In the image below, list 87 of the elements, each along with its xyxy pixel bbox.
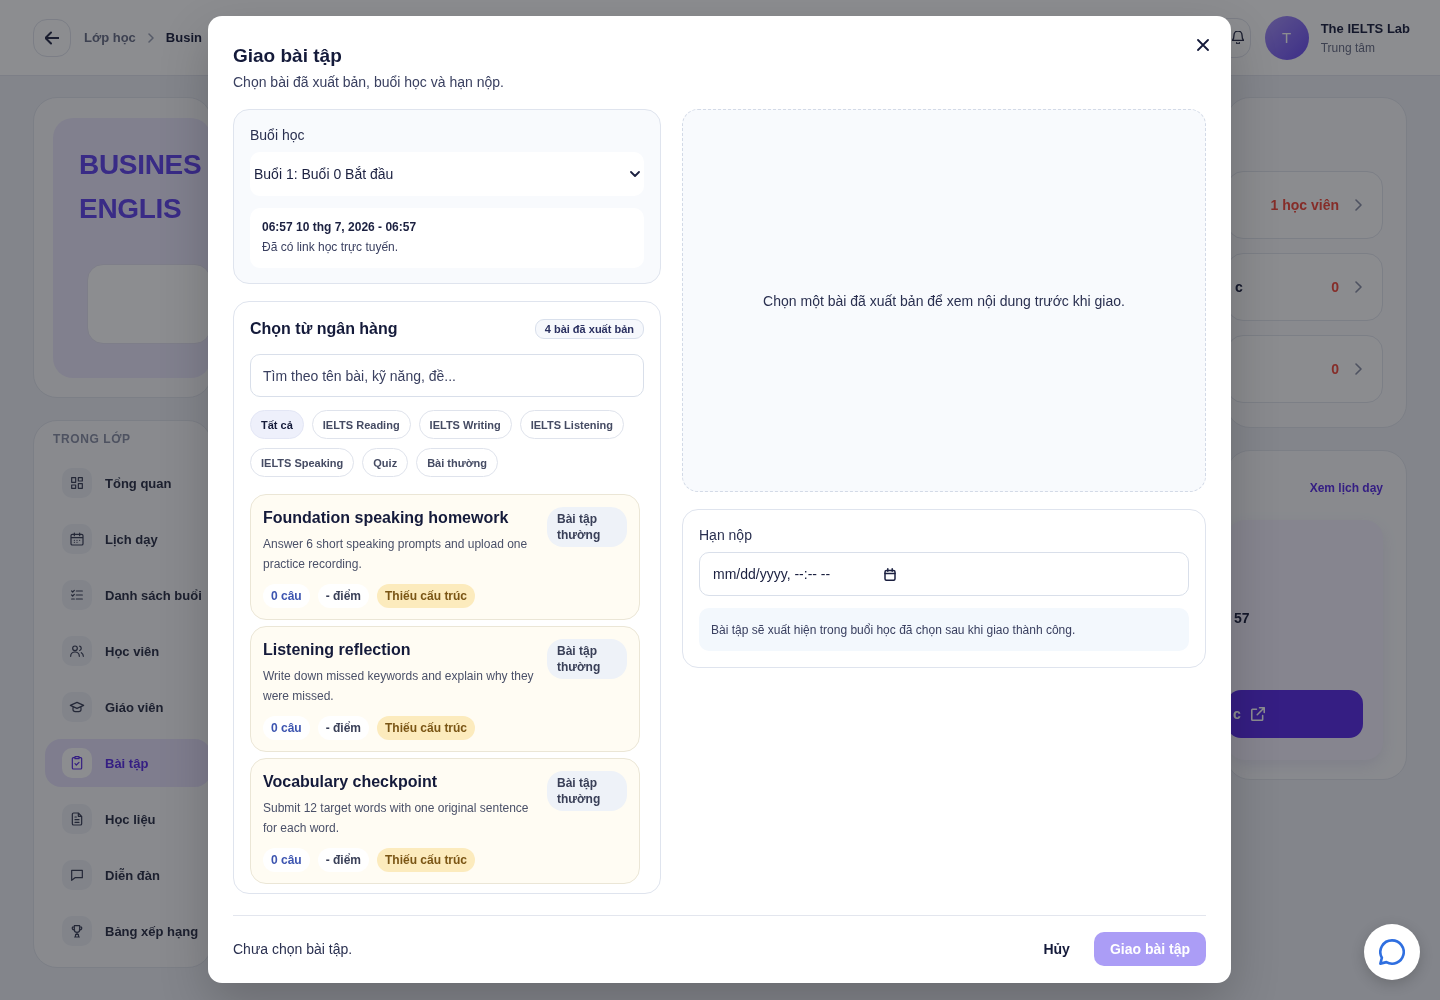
sidebar-item[interactable]: Bài tập: [45, 739, 211, 787]
filter-chip[interactable]: IELTS Reading: [311, 410, 411, 439]
assignment-description: Submit 12 target words with one original sentence for each word.: [263, 800, 530, 837]
avatar[interactable]: T: [1264, 15, 1309, 60]
filter-chip[interactable]: Bài thường: [416, 448, 498, 477]
stat-value: 0: [1331, 361, 1339, 377]
info-note: Bài tập sẽ xuất hiện trong buổi học đã chọn sau khi giao thành công.: [699, 608, 1189, 651]
sidebar-item[interactable]: Học liệu: [45, 795, 211, 843]
sidebar-item[interactable]: Bảng xếp hạng: [45, 907, 211, 955]
message-icon: [62, 860, 92, 890]
user-name: The IELTS Lab: [1320, 19, 1410, 38]
filter-chip[interactable]: IELTS Speaking: [250, 448, 355, 477]
user-role: Trung tâm: [1320, 39, 1376, 56]
modal-title: Giao bài tập: [233, 44, 342, 68]
stat-label: c: [1235, 279, 1243, 295]
chevron-down-icon: [630, 171, 640, 177]
breadcrumb-current: Busin: [165, 30, 202, 45]
session-time-text: 57: [1233, 610, 1251, 626]
stat-value: 0: [1331, 279, 1339, 295]
external-link-icon: [1250, 707, 1265, 721]
chevron-right-icon: [1355, 363, 1362, 375]
trophy-icon: [62, 916, 92, 946]
sidebar-item[interactable]: Giáo viên: [45, 683, 211, 731]
filter-chip[interactable]: IELTS Writing: [418, 410, 512, 439]
status-badge: Thiếu cấu trúc: [377, 716, 476, 740]
back-button[interactable]: [33, 18, 71, 57]
assignment-card[interactable]: Vocabulary checkpoint Submit 12 target words with one original sentence for each word. 0 câu - điểm Thiếu cấu trúc Bài tập thường: [250, 758, 640, 884]
type-badge: Bài tập thường: [547, 771, 627, 811]
chat-button[interactable]: [1364, 924, 1420, 980]
sidebar-item[interactable]: Diễn đàn: [45, 851, 211, 899]
chat-bubble-icon: [1379, 939, 1405, 965]
due-date-label: Hạn nộp: [699, 526, 752, 545]
grid-icon: [62, 468, 92, 498]
points-label: - điểm: [317, 716, 370, 740]
cancel-button[interactable]: Hủy: [1033, 932, 1080, 966]
assignment-card[interactable]: Listening reflection Write down missed keywords and explain why they were missed. 0 câu - điểm Thiếu cấu trúc Bài tập thường: [250, 626, 640, 752]
search-field[interactable]: Tìm theo tên bài, kỹ năng, đề...: [250, 354, 644, 397]
assignment-description: Write down missed keywords and explain why they were missed.: [263, 668, 535, 705]
filter-chip[interactable]: Quiz: [362, 448, 409, 477]
sidebar-item[interactable]: Danh sách buổi: [45, 571, 211, 619]
users-icon: [62, 636, 92, 666]
graduation-cap-icon: [62, 692, 92, 722]
document-icon: [62, 804, 92, 834]
sidebar-item[interactable]: Học viên: [45, 627, 211, 675]
points-label: - điểm: [317, 848, 370, 872]
chevron-right-icon: [1355, 281, 1362, 293]
count-badge: 4 bài đã xuất bản: [534, 319, 644, 339]
sidebar-item[interactable]: Tổng quan: [45, 459, 211, 507]
calendar-icon: [62, 524, 92, 554]
sidebar-item[interactable]: Lịch dạy: [45, 515, 211, 563]
question-count: 0 câu: [263, 584, 310, 608]
arrow-left-icon: [45, 30, 59, 45]
selection-status: Chưa chọn bài tập.: [233, 940, 353, 959]
type-badge: Bài tập thường: [547, 507, 627, 547]
question-count: 0 câu: [263, 848, 310, 872]
course-title: BUSINES ENGLIS: [79, 148, 203, 226]
session-note: Đã có link học trực tuyến.: [262, 239, 399, 256]
clipboard-check-icon: [62, 748, 92, 778]
calendar-icon[interactable]: [884, 568, 896, 581]
assignment-title: Listening reflection: [263, 640, 411, 660]
status-badge: Thiếu cấu trúc: [377, 848, 476, 872]
sidebar-heading: TRONG LỚP: [52, 432, 132, 446]
question-count: 0 câu: [263, 716, 310, 740]
status-badge: Thiếu cấu trúc: [377, 584, 476, 608]
session-label: Buổi học: [250, 126, 305, 145]
assignment-card[interactable]: Foundation speaking homework Answer 6 short speaking prompts and upload one practice recording. 0 câu - điểm Thiếu cấu trúc Bài tập thường: [250, 494, 640, 620]
close-icon: [1197, 39, 1209, 51]
points-label: - điểm: [317, 584, 370, 608]
filter-chip[interactable]: IELTS Listening: [519, 410, 624, 439]
session-time: 06:57 10 thg 7, 2026 - 06:57: [262, 219, 417, 236]
bell-icon: [1231, 31, 1244, 44]
preview-empty-text: Chọn một bài đã xuất bản để xem nội dung trước khi giao.: [763, 291, 1125, 311]
schedule-link[interactable]: Xem lịch dạy: [1309, 480, 1383, 496]
chevron-right-icon: [1355, 199, 1362, 211]
bank-title: Chọn từ ngân hàng: [250, 319, 398, 339]
filter-chip[interactable]: Tất cả: [250, 410, 304, 439]
stat-value: 1 học viên: [1270, 197, 1339, 213]
assignment-description: Answer 6 short speaking prompts and upload one practice recording.: [263, 536, 529, 573]
breadcrumb-link[interactable]: Lớp học: [84, 30, 136, 45]
datetime-field[interactable]: mm/dd/yyyy, --:-- --: [699, 552, 1189, 596]
assignment-title: Vocabulary checkpoint: [263, 772, 437, 792]
modal-subtitle: Chọn bài đã xuất bản, buổi học và hạn nộp.: [233, 73, 504, 92]
checklist-icon: [62, 580, 92, 610]
session-select[interactable]: Buổi 1: Buổi 0 Bắt đầu: [250, 152, 644, 196]
type-badge: Bài tập thường: [547, 639, 627, 679]
chevron-right-icon: [147, 32, 154, 43]
assignment-title: Foundation speaking homework: [263, 508, 509, 528]
